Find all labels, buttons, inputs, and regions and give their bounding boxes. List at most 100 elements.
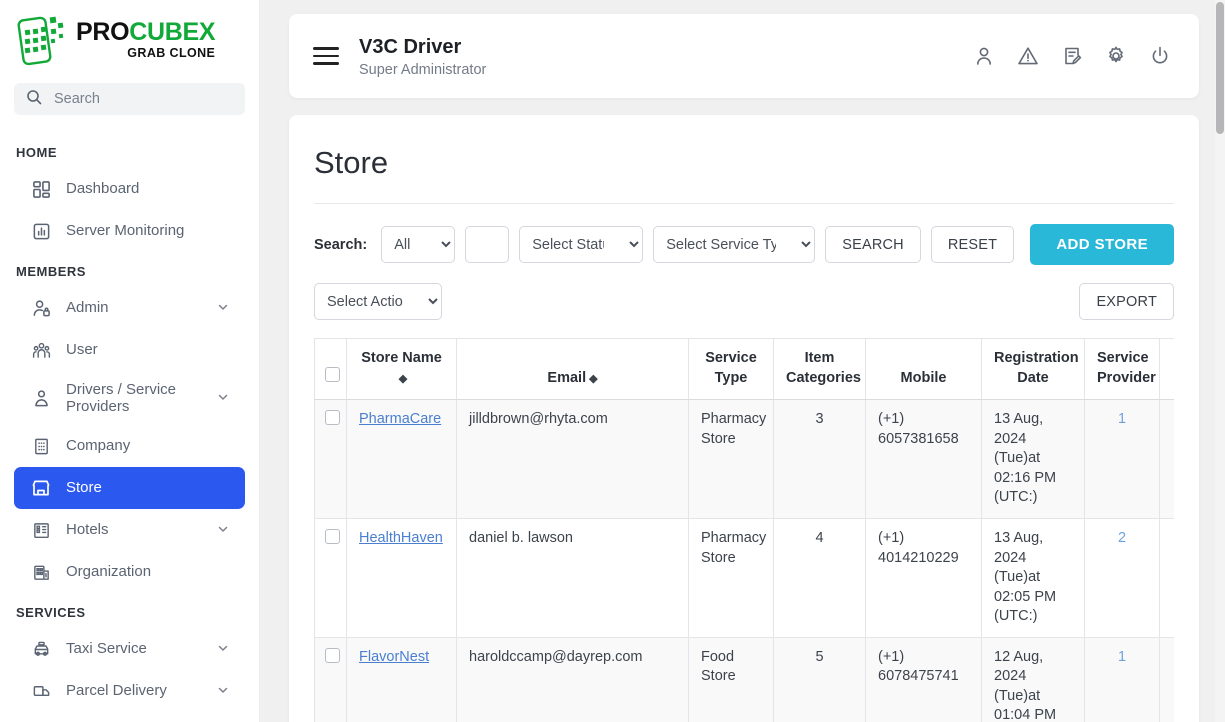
sidebar-item-label: Hotels xyxy=(66,521,109,539)
row-checkbox[interactable] xyxy=(325,410,340,426)
table-row[interactable]: PharmaCare jilldbrown@rhyta.com Pharmacy… xyxy=(314,399,1174,519)
cell-store-name: FlavorNest xyxy=(346,636,457,722)
dashboard-grid-icon xyxy=(30,178,52,200)
store-icon xyxy=(30,477,52,499)
user-lock-icon xyxy=(30,297,52,319)
service-provider-link[interactable]: 1 xyxy=(1118,649,1126,665)
sidebar-search[interactable] xyxy=(14,83,245,115)
document-edit-icon[interactable] xyxy=(1061,45,1083,67)
cell-item-categories: 3 xyxy=(773,399,866,519)
cell-email: haroldccamp@dayrep.com xyxy=(456,636,689,722)
brand-name: PROCUBEX xyxy=(76,18,216,46)
column-header-email[interactable]: Email ◆ xyxy=(456,338,689,401)
sidebar-item-company[interactable]: Company xyxy=(14,425,245,467)
user-role-label: Super Administrator xyxy=(359,62,487,78)
cell-service-type: Pharmacy Store xyxy=(688,399,774,519)
column-header-mobile: Mobile xyxy=(865,338,982,401)
brand-logo[interactable]: PROCUBEX GRAB CLONE xyxy=(0,0,259,80)
sidebar-item-label: Drivers / Service Providers xyxy=(66,380,177,415)
cell-service-provider: 1 xyxy=(1084,399,1160,519)
page-title-header: V3C Driver xyxy=(359,36,462,58)
column-header-service-type: Service Type xyxy=(688,338,774,401)
sidebar-item-drivers-service-providers[interactable]: Drivers / Service Providers xyxy=(14,371,245,425)
service-provider-link[interactable]: 2 xyxy=(1118,530,1126,546)
search-input[interactable] xyxy=(52,90,233,108)
select-all-header xyxy=(314,338,347,401)
cell-email: daniel b. lawson xyxy=(456,517,689,638)
row-checkbox[interactable] xyxy=(325,528,340,544)
warning-alert-icon[interactable] xyxy=(1017,45,1039,67)
table-scroll-region[interactable]: Store Name ◆ Email ◆ Service Type Item Cat… xyxy=(314,338,1174,722)
title-divider xyxy=(314,203,1174,204)
chart-bar-icon xyxy=(30,220,52,242)
reset-button[interactable]: RESET xyxy=(930,226,1015,263)
cell-documents xyxy=(1159,399,1174,519)
select-all-checkbox[interactable] xyxy=(325,366,340,382)
sidebar-item-label: Admin xyxy=(66,299,109,317)
cell-item-categories: 4 xyxy=(773,517,866,638)
column-header-item-categories: Item Categories xyxy=(773,338,866,401)
filters-bar: Search: All Select Status Select Service… xyxy=(314,224,1174,265)
service-provider-link[interactable]: 1 xyxy=(1118,411,1126,427)
export-button[interactable]: EXPORT xyxy=(1079,283,1174,320)
settings-gear-icon[interactable] xyxy=(1105,45,1127,67)
column-header-registration-date: Registration Date xyxy=(981,338,1085,401)
column-header-store-name[interactable]: Store Name ◆ xyxy=(346,338,457,401)
sort-icon[interactable]: ◆ xyxy=(399,373,407,385)
building-icon xyxy=(30,435,52,457)
cell-registration-date: 13 Aug, 2024 (Tue)at 02:16 PM (UTC:) xyxy=(981,399,1085,519)
sidebar-item-server-monitoring[interactable]: Server Monitoring xyxy=(14,210,245,252)
table-row[interactable]: FlavorNest haroldccamp@dayrep.com Food S… xyxy=(314,636,1174,722)
column-label: Store Name xyxy=(361,350,442,366)
status-select[interactable]: Select Status xyxy=(519,226,644,263)
service-type-select[interactable]: Select Service Type xyxy=(653,226,816,263)
sidebar-item-taxi-service[interactable]: Taxi Service xyxy=(14,628,245,670)
store-name-link[interactable]: PharmaCare xyxy=(359,411,441,427)
chevron-down-icon[interactable] xyxy=(217,683,229,700)
cell-item-categories: 5 xyxy=(773,636,866,722)
sidebar-nav: HOME Dashboard Server Monitoring MEMBERS… xyxy=(0,115,259,712)
driver-person-icon xyxy=(30,387,52,409)
sidebar-item-hotels[interactable]: Hotels xyxy=(14,509,245,551)
sort-icon[interactable]: ◆ xyxy=(589,373,597,385)
sidebar-item-label: Server Monitoring xyxy=(66,222,185,240)
column-header-service-provider: Service Provider xyxy=(1084,338,1160,401)
cell-service-type: Food Store xyxy=(688,636,774,722)
main-content: V3C Driver Super Administrator Store Sea… xyxy=(260,0,1225,722)
profile-icon[interactable] xyxy=(973,45,995,67)
organization-icon xyxy=(30,561,52,583)
search-button[interactable]: SEARCH xyxy=(825,226,921,263)
search-scope-select[interactable]: All xyxy=(381,226,456,263)
chevron-down-icon[interactable] xyxy=(217,641,229,658)
table-row[interactable]: HealthHaven daniel b. lawson Pharmacy St… xyxy=(314,517,1174,638)
cell-service-provider: 2 xyxy=(1084,517,1160,638)
page-scrollbar-thumb[interactable] xyxy=(1216,2,1224,134)
store-card: Store Search: All Select Status Select S… xyxy=(289,115,1199,722)
sidebar-item-organization[interactable]: Organization xyxy=(14,551,245,593)
parcel-icon xyxy=(30,680,52,702)
row-checkbox[interactable] xyxy=(325,647,340,663)
chevron-down-icon[interactable] xyxy=(217,300,229,317)
cell-registration-date: 13 Aug, 2024 (Tue)at 02:05 PM (UTC:) xyxy=(981,517,1085,638)
store-name-link[interactable]: HealthHaven xyxy=(359,530,443,546)
sidebar-item-store[interactable]: Store xyxy=(14,467,245,509)
chevron-down-icon[interactable] xyxy=(217,522,229,539)
hamburger-menu-icon[interactable] xyxy=(313,42,339,70)
page-title: Store xyxy=(314,145,389,180)
sidebar-item-parcel-delivery[interactable]: Parcel Delivery xyxy=(14,670,245,712)
power-logout-icon[interactable] xyxy=(1149,45,1171,67)
brand-tagline: GRAB CLONE xyxy=(127,46,216,61)
page-scrollbar[interactable] xyxy=(1215,0,1225,722)
search-keyword-input[interactable] xyxy=(465,226,510,263)
bulk-action-select[interactable]: Select Action xyxy=(314,283,442,320)
cell-mobile: (+1) 6057381658 xyxy=(865,399,982,519)
sidebar-item-admin[interactable]: Admin xyxy=(14,287,245,329)
sidebar-item-dashboard[interactable]: Dashboard xyxy=(14,168,245,210)
store-name-link[interactable]: FlavorNest xyxy=(359,649,429,665)
mobile-qr-icon xyxy=(16,11,72,69)
app-root: PROCUBEX GRAB CLONE HOME xyxy=(0,0,1225,722)
add-store-button[interactable]: ADD STORE xyxy=(1030,224,1174,265)
cell-store-name: HealthHaven xyxy=(346,517,457,638)
chevron-down-icon[interactable] xyxy=(217,390,229,407)
sidebar-item-user[interactable]: User xyxy=(14,329,245,371)
